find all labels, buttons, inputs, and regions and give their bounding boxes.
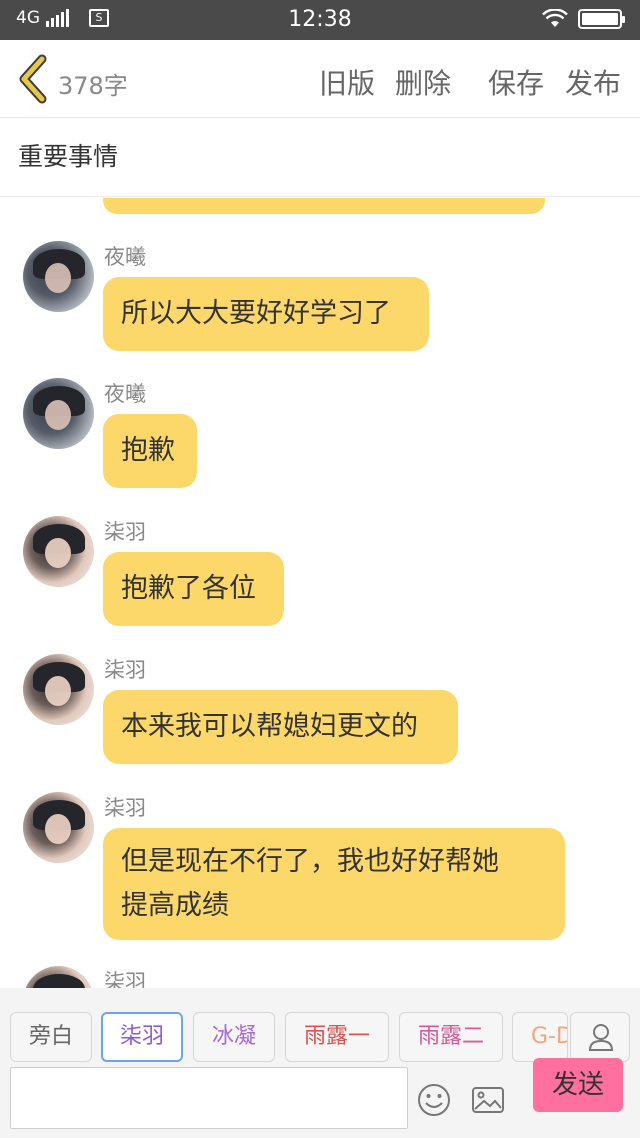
role-tag-label: G-D <box>531 1024 567 1049</box>
sender-name: 柒羽 <box>104 970 146 988</box>
sender-name: 夜曦 <box>104 382 146 406</box>
message-bubble[interactable]: 本来我可以帮媳妇更文的 <box>103 690 458 764</box>
image-icon <box>472 1087 504 1113</box>
chevron-left-icon <box>19 54 47 104</box>
battery-icon <box>578 9 625 29</box>
role-tag-gd[interactable]: G-D <box>512 1012 568 1062</box>
person-icon <box>588 1024 614 1051</box>
role-tag-label: 雨露一 <box>303 1024 370 1049</box>
sender-name: 柒羽 <box>104 658 146 682</box>
publish-button[interactable]: 发布 <box>565 62 621 102</box>
status-bar: 4G S 12:38 <box>0 0 640 40</box>
old-version-button[interactable]: 旧版 <box>319 62 375 102</box>
message-text-line: 提高成绩 <box>121 890 229 921</box>
smiley-icon <box>418 1084 450 1116</box>
title-row[interactable]: 重要事情 <box>0 119 640 197</box>
sender-name: 夜曦 <box>104 245 146 269</box>
status-right <box>542 9 625 29</box>
sender-name: 柒羽 <box>104 796 146 820</box>
role-tag-label: 柒羽 <box>119 1024 164 1049</box>
message-bubble[interactable]: 所以大大要好好学习了 <box>103 277 429 351</box>
avatar <box>23 516 94 587</box>
role-tag-bingning[interactable]: 冰凝 <box>193 1012 275 1062</box>
page-title: 重要事情 <box>18 142 119 171</box>
wifi-icon <box>542 9 568 27</box>
send-button[interactable]: 发送 <box>533 1058 623 1112</box>
message-bubble[interactable]: 抱歉了各位 <box>103 552 284 626</box>
message-text: 所以大大要好好学习了 <box>121 298 391 329</box>
composer-panel: 旁白 柒羽 冰凝 雨露一 雨露二 G-D 发送 <box>0 988 640 1138</box>
message-bubble-partial[interactable] <box>103 198 545 214</box>
role-tag-narration[interactable]: 旁白 <box>10 1012 92 1062</box>
message-text: 抱歉 <box>121 435 175 466</box>
avatar <box>23 966 94 988</box>
avatar <box>23 792 94 863</box>
message-text-line: 但是现在不行了，我也好好帮她 <box>121 846 499 877</box>
message-bubble[interactable]: 抱歉 <box>103 414 197 488</box>
role-tag-yulu-2[interactable]: 雨露二 <box>399 1012 503 1062</box>
message-text: 抱歉了各位 <box>121 573 256 604</box>
message-input[interactable] <box>10 1067 408 1129</box>
editor-toolbar: 378字 旧版 删除 保存 发布 <box>0 40 640 118</box>
delete-button[interactable]: 删除 <box>395 62 451 102</box>
char-count: 378字 <box>58 72 128 100</box>
role-tag-label: 旁白 <box>28 1024 73 1049</box>
sender-name: 柒羽 <box>104 520 146 544</box>
role-tag-yulu-1[interactable]: 雨露一 <box>285 1012 389 1062</box>
message-bubble[interactable]: 但是现在不行了，我也好好帮她 提高成绩 <box>103 828 565 940</box>
role-tag-label: 冰凝 <box>211 1024 256 1049</box>
image-button[interactable] <box>470 1082 506 1118</box>
avatar <box>23 378 94 449</box>
role-tag-label: 雨露二 <box>417 1024 484 1049</box>
emoji-button[interactable] <box>416 1082 452 1118</box>
role-manage-button[interactable] <box>570 1012 630 1062</box>
chat-area[interactable]: 夜曦 所以大大要好好学习了 夜曦 抱歉 柒羽 抱歉了各位 柒羽 本来我可以帮媳妇… <box>0 198 640 988</box>
role-tag-qiyu[interactable]: 柒羽 <box>101 1012 183 1062</box>
avatar <box>23 654 94 725</box>
back-button[interactable] <box>14 54 54 104</box>
save-button[interactable]: 保存 <box>488 62 544 102</box>
avatar <box>23 241 94 312</box>
message-text: 本来我可以帮媳妇更文的 <box>121 711 418 742</box>
